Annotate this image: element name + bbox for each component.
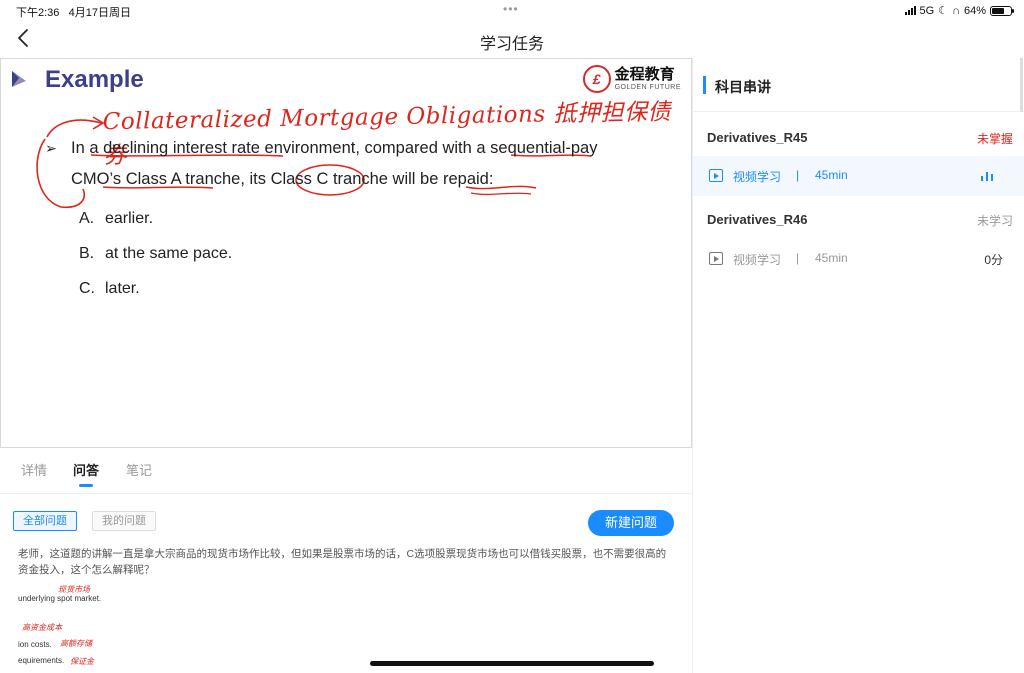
option-c: C. later.: [79, 280, 140, 297]
lesson-duration: 45min: [815, 251, 848, 265]
brand-logo: £ 金程教育 GOLDEN FUTURE: [582, 65, 681, 93]
option-a: A. earlier.: [79, 210, 154, 227]
status-date: 4月17日周日: [68, 7, 131, 19]
question-list-item[interactable]: 老师，这道题的讲解一直是拿大宗商品的现货市场作比较，但如果是股票市场的话，C选项…: [12, 546, 682, 673]
lecture-slide[interactable]: Example £ 金程教育 GOLDEN FUTURE Collaterali…: [0, 58, 692, 448]
brand-name-en: GOLDEN FUTURE: [614, 84, 681, 91]
lesson-r45-video[interactable]: 视频学习 | 45min: [693, 156, 1024, 196]
attachment-line-3: equirements.: [18, 656, 65, 665]
lesson-label: 视频学习: [733, 170, 782, 184]
status-time: 下午2:36: [16, 7, 60, 19]
question-stem: ➢ In a declining interest rate environme…: [45, 133, 605, 195]
page-title: 学习任务: [479, 36, 544, 53]
question-filter-row: 全部问题 我的问题 新建问题: [0, 500, 692, 546]
slide-title: Example: [45, 66, 144, 93]
attachment-note-3: 高额存储: [60, 639, 92, 648]
battery-icon: [990, 5, 1014, 16]
cellular-signal-icon: [904, 6, 916, 15]
question-attachment-image[interactable]: 现货市场 underlying spot market. 高资金成本 ion c…: [18, 582, 168, 673]
panel-header: 科目串讲: [693, 58, 1024, 112]
chapter-status: 未掌握: [976, 132, 1013, 146]
arrow-bullet-icon: ➢: [45, 140, 57, 156]
status-bar: 下午2:36 4月17日周日 ••• 5G ☾ ∩ 64%: [0, 0, 1024, 22]
status-indicators: 5G ☾ ∩ 64%: [904, 4, 1014, 17]
home-indicator[interactable]: [370, 661, 654, 666]
slide-logo-icon: [12, 71, 26, 87]
option-b: B. at the same pace.: [79, 245, 233, 262]
brand-seal-icon: £: [582, 65, 611, 93]
active-tab-indicator: [79, 484, 93, 487]
content-tabs: 详情 问答 笔记: [0, 448, 692, 494]
tab-qa[interactable]: 问答: [73, 460, 99, 479]
tab-details[interactable]: 详情: [21, 460, 47, 479]
lesson-separator: |: [796, 168, 800, 182]
new-question-button[interactable]: 新建问题: [588, 510, 674, 536]
filter-my-questions[interactable]: 我的问题: [92, 511, 156, 531]
lesson-duration: 45min: [815, 168, 848, 182]
network-type: 5G: [919, 4, 935, 17]
question-text: In a declining interest rate environment…: [71, 139, 598, 188]
chapter-r46[interactable]: Derivatives_R46 未学习: [707, 208, 1013, 232]
battery-percent: 64%: [963, 4, 986, 17]
lesson-progress: 0分: [984, 253, 1003, 267]
chapter-name: Derivatives_R45: [707, 130, 808, 145]
headphones-icon: ∩: [952, 4, 960, 17]
attachment-note-4: 保证金: [70, 657, 94, 666]
chapter-name: Derivatives_R46: [707, 212, 808, 227]
panel-header-accent: [703, 76, 706, 94]
now-playing-icon: [981, 171, 993, 181]
multitask-dots-icon[interactable]: •••: [503, 2, 519, 16]
attachment-note-2: 高资金成本: [22, 623, 62, 632]
filter-all-questions[interactable]: 全部问题: [13, 511, 77, 531]
question-body: 老师，这道题的讲解一直是拿大宗商品的现货市场作比较，但如果是股票市场的话，C选项…: [18, 548, 667, 576]
answer-options: A. earlier. B. at the same pace. C. later.: [79, 201, 232, 306]
chapter-status: 未学习: [976, 214, 1013, 228]
lesson-r46-video[interactable]: 视频学习 | 45min 0分: [693, 239, 1024, 279]
video-play-icon: [709, 252, 723, 265]
tab-notes[interactable]: 笔记: [126, 460, 152, 479]
course-outline-panel: 科目串讲 Derivatives_R45 未掌握 视频学习 | 45min De…: [692, 58, 1024, 673]
lesson-label: 视频学习: [733, 253, 782, 267]
nav-bar: 学习任务: [0, 22, 1024, 58]
status-time-date: 下午2:36 4月17日周日: [16, 4, 131, 20]
panel-title: 科目串讲: [715, 79, 771, 95]
video-play-icon: [709, 169, 723, 182]
attachment-line-2: ion costs.: [18, 640, 52, 649]
brand-name-cn: 金程教育: [614, 66, 675, 83]
attachment-line-1: underlying spot market.: [18, 594, 102, 603]
lesson-separator: |: [796, 251, 800, 265]
moon-icon: ☾: [938, 5, 949, 17]
panel-scrollbar[interactable]: [1020, 58, 1023, 112]
chapter-r45[interactable]: Derivatives_R45 未掌握: [707, 126, 1013, 150]
